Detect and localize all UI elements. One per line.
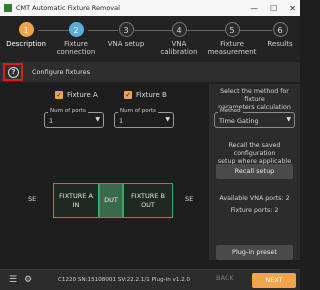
step-number-circle: 3 [118, 22, 134, 37]
step-label: VNA setup [107, 40, 145, 48]
ports-value: 1 [119, 117, 124, 125]
ports-legend: Num of ports [48, 108, 88, 114]
step-number-circle: 1 [18, 22, 34, 37]
section-title: Configure fixtures [32, 68, 91, 76]
fixture-b-checkbox-row[interactable]: ✓ Fixture B [124, 91, 167, 99]
bottom-bar: ☰ ⚙ C1220 SN:15108001 SV:22.2.1/1 Plug-i… [0, 269, 300, 290]
step-number-circle: 2 [68, 22, 84, 37]
title-bar: CMT Automatic Fixture Removal — ☐ ✕ [0, 0, 300, 16]
fixture-diagram: SE FIXTURE A IN DUT FIXTURE B OUT SE [4, 181, 206, 221]
fixture-a-checkbox-row[interactable]: ✓ Fixture A [55, 91, 98, 99]
next-button[interactable]: NEXT [252, 273, 296, 288]
dut-block: DUT [99, 183, 123, 218]
maximize-icon[interactable]: ☐ [270, 4, 277, 13]
step-label: Results [267, 40, 293, 48]
fixture-b-block: FIXTURE B OUT [123, 183, 173, 218]
recall-setup-button[interactable]: Recall setup [216, 164, 293, 179]
list-icon[interactable]: ☰ [9, 275, 17, 285]
vna-ports-text: Available VNA ports: 2 [219, 195, 290, 202]
close-icon[interactable]: ✕ [289, 4, 296, 13]
status-text: C1220 SN:15108001 SV:22.2.1/1 Plug-in v1… [58, 277, 191, 283]
fixture-a-checkbox[interactable]: ✓ [55, 91, 63, 99]
fixture-a-block: FIXTURE A IN [53, 183, 99, 218]
ports-legend: Num of ports [118, 108, 158, 114]
gear-icon[interactable]: ⚙ [24, 275, 32, 285]
chevron-down-icon: ▼ [95, 116, 100, 123]
step-label: VNA calibration [160, 40, 198, 56]
help-icon: ? [8, 67, 19, 78]
step-vna-calibration[interactable]: 4 VNA calibration [149, 22, 209, 56]
chevron-down-icon: ▼ [286, 116, 291, 123]
fixture-a-ports-select[interactable]: Num of ports 1 ▼ [44, 108, 104, 128]
step-vna-setup[interactable]: 3 VNA setup [96, 22, 156, 48]
app-icon [4, 4, 12, 12]
fixture-ports-text: Fixture ports: 2 [230, 207, 279, 214]
method-value: Time Gating [219, 117, 259, 125]
back-button[interactable]: BACK [216, 274, 234, 282]
method-panel: Select the method for fixture parameters… [209, 84, 300, 260]
chevron-down-icon: ▼ [165, 116, 170, 123]
se-right-label: SE [185, 195, 194, 203]
step-number-circle: 4 [171, 22, 187, 37]
fixture-config-panel: ✓ Fixture A ✓ Fixture B Num of ports 1 ▼… [4, 84, 206, 260]
fixture-b-checkbox[interactable]: ✓ [124, 91, 132, 99]
recall-text: Recall the saved configuration setup whe… [217, 142, 292, 165]
ports-value: 1 [49, 117, 54, 125]
fixture-b-ports-select[interactable]: Num of ports 1 ▼ [114, 108, 174, 128]
method-legend: Method [218, 108, 243, 114]
wizard-stepper: 1 Description 2 Fixture connection 3 VNA… [0, 16, 300, 62]
fixture-b-label: Fixture B [136, 91, 167, 99]
method-select[interactable]: Method Time Gating ▼ [214, 108, 295, 128]
step-results[interactable]: 6 Results [250, 22, 310, 48]
step-number-circle: 5 [224, 22, 240, 37]
fixture-a-label: Fixture A [67, 91, 98, 99]
window-controls: — ☐ ✕ [250, 0, 296, 16]
minimize-icon[interactable]: — [250, 4, 258, 13]
step-number-circle: 6 [272, 22, 288, 37]
section-toolbar: ? Configure fixtures [0, 62, 300, 82]
window-title: CMT Automatic Fixture Removal [16, 4, 120, 12]
plugin-preset-button[interactable]: Plug-in preset [216, 245, 293, 260]
se-left-label: SE [28, 195, 37, 203]
help-button[interactable]: ? [3, 63, 23, 81]
